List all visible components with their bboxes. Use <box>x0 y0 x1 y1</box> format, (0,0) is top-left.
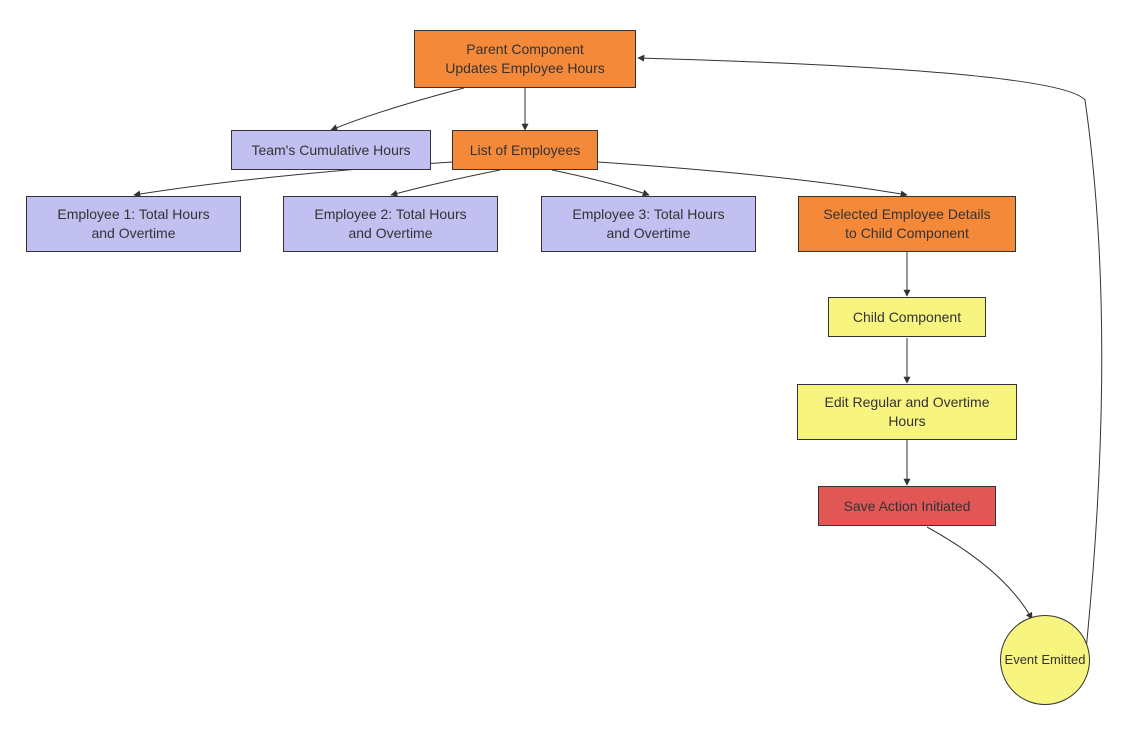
node-emp2-l2: and Overtime <box>314 224 466 243</box>
node-emp2-l1: Employee 2: Total Hours <box>314 205 466 224</box>
node-parent-component: Parent Component Updates Employee Hours <box>414 30 636 88</box>
node-parent-line2: Updates Employee Hours <box>445 59 605 78</box>
node-team-hours: Team's Cumulative Hours <box>231 130 431 170</box>
node-employee-1: Employee 1: Total Hours and Overtime <box>26 196 241 252</box>
node-event-emitted: Event Emitted <box>1000 615 1090 705</box>
node-list-label: List of Employees <box>470 141 581 160</box>
node-selected-details: Selected Employee Details to Child Compo… <box>798 196 1016 252</box>
node-list-employees: List of Employees <box>452 130 598 170</box>
node-employee-3: Employee 3: Total Hours and Overtime <box>541 196 756 252</box>
node-emp1-l1: Employee 1: Total Hours <box>57 205 209 224</box>
node-team-hours-label: Team's Cumulative Hours <box>251 141 410 160</box>
node-event-label: Event Emitted <box>1005 652 1086 669</box>
node-employee-2: Employee 2: Total Hours and Overtime <box>283 196 498 252</box>
node-emp3-l1: Employee 3: Total Hours <box>572 205 724 224</box>
node-edit-l1: Edit Regular and Overtime <box>825 393 990 412</box>
node-edit-l2: Hours <box>825 412 990 431</box>
node-save-label: Save Action Initiated <box>844 497 971 516</box>
node-emp1-l2: and Overtime <box>57 224 209 243</box>
diagram-edges <box>0 0 1125 732</box>
node-parent-line1: Parent Component <box>445 40 605 59</box>
node-save-action: Save Action Initiated <box>818 486 996 526</box>
node-emp3-l2: and Overtime <box>572 224 724 243</box>
node-child-label: Child Component <box>853 308 961 327</box>
node-selected-l2: to Child Component <box>823 224 990 243</box>
node-child-component: Child Component <box>828 297 986 337</box>
node-selected-l1: Selected Employee Details <box>823 205 990 224</box>
node-edit-hours: Edit Regular and Overtime Hours <box>797 384 1017 440</box>
